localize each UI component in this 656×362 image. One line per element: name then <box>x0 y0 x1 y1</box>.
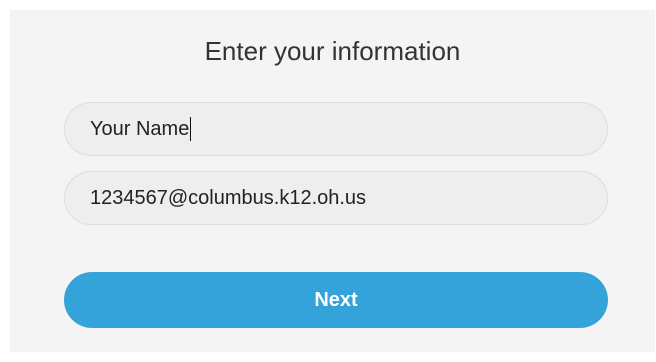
form-title: Enter your information <box>204 36 461 66</box>
email-field[interactable]: 1234567@columbus.k12.oh.us <box>64 171 608 225</box>
email-field-value: 1234567@columbus.k12.oh.us <box>90 186 367 209</box>
text-cursor <box>190 117 192 141</box>
next-button[interactable]: Next <box>64 272 608 328</box>
info-form-card: Enter your information Your Name 1234567… <box>10 10 655 352</box>
name-field[interactable]: Your Name <box>64 102 608 156</box>
name-field-value: Your Name <box>90 117 190 140</box>
